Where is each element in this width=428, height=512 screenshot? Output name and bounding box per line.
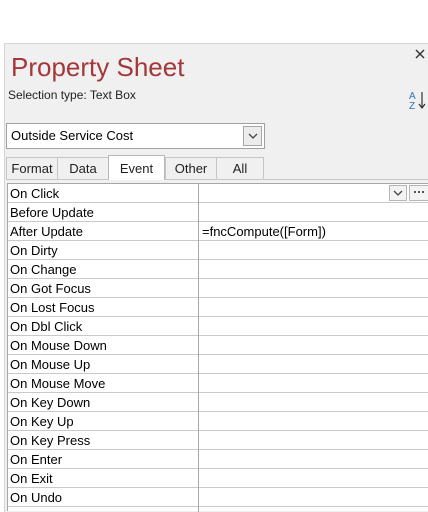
ellipsis-icon (414, 191, 424, 193)
tab-format[interactable]: Format (6, 157, 58, 179)
tab-data-label: Data (69, 161, 97, 176)
builder-button[interactable] (409, 185, 428, 201)
property-name: On Key Up (10, 414, 74, 429)
property-name: On Exit (10, 471, 53, 486)
property-row-before-update[interactable]: Before Update (8, 203, 428, 222)
property-name: On Click (10, 186, 60, 201)
sort-button[interactable]: A Z (408, 89, 428, 112)
property-row-on-undo[interactable]: On Undo (8, 488, 428, 507)
property-row-on-key-up[interactable]: On Key Up (8, 412, 428, 431)
tab-format-label: Format (11, 161, 53, 176)
top-band (0, 0, 428, 43)
property-name: On Mouse Down (10, 338, 107, 353)
property-row-on-mouse-up[interactable]: On Mouse Up (8, 355, 428, 374)
selection-type-value: Text Box (89, 88, 136, 102)
property-row-on-mouse-move[interactable]: On Mouse Move (8, 374, 428, 393)
object-selector-value: Outside Service Cost (11, 128, 134, 143)
object-selector[interactable]: Outside Service Cost (6, 123, 265, 149)
property-name: Before Update (10, 205, 94, 220)
property-row-on-key-press[interactable]: On Key Press (8, 431, 428, 450)
property-dropdown-button[interactable] (389, 185, 407, 201)
property-name: On Key Down (10, 395, 91, 410)
object-selector-dropdown-button[interactable] (243, 126, 262, 146)
property-row-on-dbl-click[interactable]: On Dbl Click (8, 317, 428, 336)
selection-type: Selection type: Text Box (8, 87, 136, 103)
property-row-on-key-down[interactable]: On Key Down (8, 393, 428, 412)
property-name: On Enter (10, 452, 63, 467)
property-name: On Dbl Click (10, 319, 83, 334)
svg-text:Z: Z (409, 101, 415, 111)
property-name: On Mouse Up (10, 357, 91, 372)
property-value[interactable]: =fncCompute([Form]) (202, 224, 326, 240)
tab-other-label: Other (174, 161, 208, 176)
close-button[interactable] (412, 44, 428, 64)
property-name: On Lost Focus (10, 300, 95, 315)
property-row-on-exit[interactable]: On Exit (8, 469, 428, 488)
tab-data[interactable]: Data (57, 157, 109, 179)
chevron-down-icon (393, 190, 403, 196)
page-title: Property Sheet (11, 52, 185, 82)
selection-type-label: Selection type: (8, 88, 87, 102)
property-name: On Undo (10, 490, 63, 505)
property-row-on-lost-focus[interactable]: On Lost Focus (8, 298, 428, 317)
close-icon (415, 49, 425, 59)
property-row-after-update[interactable]: After Update =fncCompute([Form]) (8, 222, 428, 241)
tab-event[interactable]: Event (108, 155, 165, 180)
property-name: On Key Press (10, 433, 91, 448)
tab-all[interactable]: All (216, 157, 264, 179)
tab-event-label: Event (119, 160, 154, 176)
property-name: On Mouse Move (10, 376, 106, 391)
property-row-on-mouse-down[interactable]: On Mouse Down (8, 336, 428, 355)
property-row-on-dirty[interactable]: On Dirty (8, 241, 428, 260)
tab-strip: Format Data Event Other All (6, 155, 266, 180)
tab-other[interactable]: Other (165, 157, 217, 179)
property-row-on-change[interactable]: On Change (8, 260, 428, 279)
property-name: On Got Focus (10, 281, 91, 296)
property-grid: On Click Before Update After Update =fnc… (7, 183, 428, 512)
tab-all-label: All (232, 161, 248, 176)
chevron-down-icon (248, 133, 257, 139)
property-name: On Change (10, 262, 77, 277)
property-name: After Update (10, 224, 83, 239)
property-name: On Dirty (10, 243, 58, 258)
property-row-on-enter[interactable]: On Enter (8, 450, 428, 469)
column-separator[interactable] (198, 184, 199, 512)
sort-az-icon: A Z (409, 91, 426, 112)
property-row-on-click[interactable]: On Click (8, 184, 428, 203)
property-row-on-got-focus[interactable]: On Got Focus (8, 279, 428, 298)
tab-divider (6, 179, 428, 180)
